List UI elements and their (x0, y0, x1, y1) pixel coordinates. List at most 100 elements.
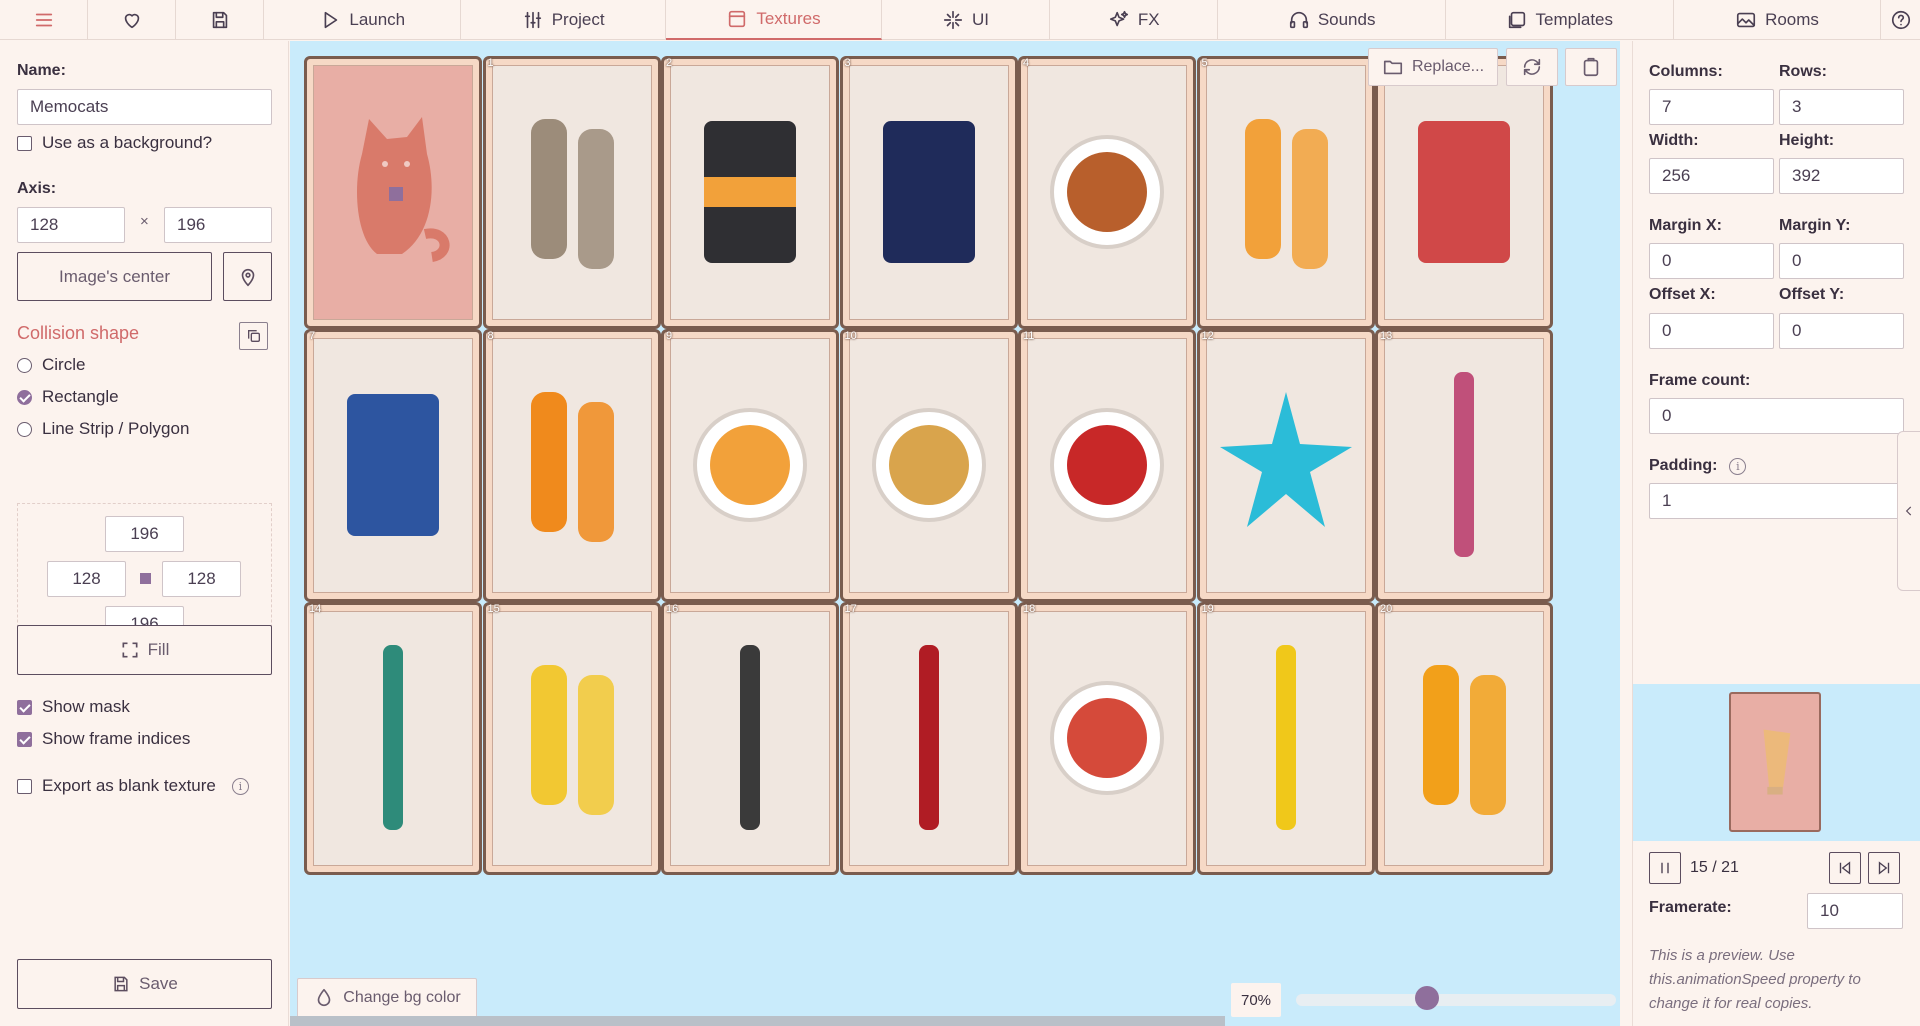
collapse-panel-button[interactable] (1897, 431, 1920, 591)
show-indices-box[interactable] (17, 731, 32, 747)
axis-y-input[interactable]: 196 (164, 207, 272, 243)
reimport-button[interactable] (1506, 48, 1558, 86)
offset-y-input[interactable]: 0 (1779, 313, 1904, 349)
margin-y-input[interactable]: 0 (1779, 243, 1904, 279)
tab-rooms-label: Rooms (1765, 10, 1819, 29)
tab-ui[interactable]: UI (882, 0, 1051, 40)
frame-20[interactable]: 20 (1375, 602, 1553, 875)
axis-x-input[interactable]: 128 (17, 207, 125, 243)
collision-circle-option[interactable]: Circle (17, 355, 85, 375)
frame-10[interactable]: 10 (839, 329, 1018, 602)
rectangle-radio[interactable] (17, 389, 32, 405)
frame-18[interactable]: 18 (1018, 602, 1196, 875)
circle-radio[interactable] (17, 357, 32, 373)
show-mask-box[interactable] (17, 699, 32, 715)
collision-rectangle-option[interactable]: Rectangle (17, 387, 119, 407)
columns-input[interactable]: 7 (1649, 89, 1774, 125)
skip-forward-icon (1878, 861, 1890, 875)
frame-17[interactable]: 17 (839, 602, 1018, 875)
name-input[interactable]: Memocats (17, 89, 272, 125)
frame-19[interactable]: 19 (1196, 602, 1375, 875)
previous-frame-button[interactable] (1829, 852, 1861, 884)
background-checkbox-box[interactable] (17, 135, 32, 151)
polygon-radio-label: Line Strip / Polygon (42, 419, 190, 438)
export-blank-box[interactable] (17, 778, 32, 794)
frame-4[interactable]: 4 (1018, 56, 1196, 329)
zoom-slider[interactable] (1296, 994, 1616, 1006)
margin-x-input[interactable]: 0 (1649, 243, 1774, 279)
zoom-slider-handle[interactable] (1415, 986, 1439, 1010)
frame-settings-panel: Columns: Rows: 7 3 Width: Height: 256 39… (1632, 41, 1920, 1026)
rows-label: Rows: (1779, 63, 1827, 80)
padding-label: Padding: (1649, 457, 1718, 474)
rows-input[interactable]: 3 (1779, 89, 1904, 125)
texture-canvas[interactable]: 1234567891011121314151617181920 Replace.… (290, 41, 1620, 1026)
sunscreen-preview-icon (1763, 729, 1791, 795)
polygon-radio[interactable] (17, 421, 32, 437)
rect-top-input[interactable]: 196 (105, 516, 184, 552)
frame-15[interactable]: 15 (482, 602, 661, 875)
framerate-input[interactable]: 10 (1807, 893, 1903, 929)
zoom-level: 70% (1231, 983, 1281, 1017)
texture-settings-panel: Name: Memocats Use as a background? Axis… (0, 41, 289, 1026)
tab-favorites[interactable] (88, 0, 177, 40)
image-center-button[interactable]: Image's center (17, 252, 212, 301)
tab-save[interactable] (176, 0, 265, 40)
fill-button[interactable]: Fill (17, 625, 272, 675)
pause-button[interactable] (1649, 852, 1681, 884)
frame-count-input[interactable]: 0 (1649, 398, 1904, 434)
next-frame-button[interactable] (1868, 852, 1900, 884)
frame-14[interactable]: 14 (304, 602, 482, 875)
rect-right-input[interactable]: 128 (162, 561, 241, 597)
info-icon[interactable]: i (1729, 457, 1747, 475)
tab-launch[interactable]: Launch (264, 0, 462, 40)
show-mask-checkbox[interactable]: Show mask (17, 697, 130, 717)
frame-7[interactable]: 7 (304, 329, 482, 602)
height-input[interactable]: 392 (1779, 158, 1904, 194)
frame-5[interactable]: 5 (1196, 56, 1375, 329)
memory-cards-icon (347, 394, 439, 536)
save-button[interactable]: Save (17, 959, 272, 1009)
rect-left-input[interactable]: 128 (47, 561, 126, 597)
frame-13[interactable]: 13 (1375, 329, 1553, 602)
tab-project[interactable]: Project (461, 0, 667, 40)
frame-0[interactable] (304, 56, 482, 329)
change-bg-button[interactable]: Change bg color (297, 978, 477, 1018)
copy-collision-button[interactable] (239, 322, 268, 350)
pick-axis-button[interactable] (223, 252, 272, 301)
frame-11[interactable]: 11 (1018, 329, 1196, 602)
frame-16[interactable]: 16 (661, 602, 839, 875)
width-input[interactable]: 256 (1649, 158, 1774, 194)
change-bg-label: Change bg color (343, 989, 461, 1006)
tab-help[interactable] (1881, 0, 1920, 40)
show-indices-checkbox[interactable]: Show frame indices (17, 729, 190, 749)
tab-templates[interactable]: Templates (1446, 0, 1674, 40)
tab-textures[interactable]: Textures (666, 0, 882, 40)
offset-x-input[interactable]: 0 (1649, 313, 1774, 349)
refresh-icon (1523, 58, 1541, 76)
frame-2[interactable]: 2 (661, 56, 839, 329)
copy-icon (247, 330, 260, 342)
export-blank-checkbox[interactable]: Export as blank texture i (17, 776, 249, 796)
info-icon[interactable]: i (231, 777, 249, 795)
frame-6[interactable]: 6 (1375, 56, 1553, 329)
collision-polygon-option[interactable]: Line Strip / Polygon (17, 419, 189, 439)
fountain-pen-icon (918, 645, 939, 830)
frame-1[interactable]: 1 (482, 56, 661, 329)
horizontal-scrollbar[interactable] (290, 1016, 1225, 1026)
tab-sounds[interactable]: Sounds (1218, 0, 1446, 40)
tab-fx[interactable]: FX (1050, 0, 1219, 40)
paste-button[interactable] (1565, 48, 1617, 86)
padding-input[interactable]: 1 (1649, 483, 1904, 519)
tab-rooms[interactable]: Rooms (1674, 0, 1882, 40)
chevron-left-icon (1905, 506, 1912, 516)
replace-button[interactable]: Replace... (1368, 48, 1498, 86)
sparkle-icon (943, 10, 963, 30)
frame-9[interactable]: 9 (661, 329, 839, 602)
frame-12[interactable]: 12 (1196, 329, 1375, 602)
background-checkbox[interactable]: Use as a background? (17, 133, 212, 153)
frame-3[interactable]: 3 (839, 56, 1018, 329)
framerate-label: Framerate: (1649, 899, 1732, 916)
frame-8[interactable]: 8 (482, 329, 661, 602)
tab-menu[interactable] (0, 0, 89, 40)
